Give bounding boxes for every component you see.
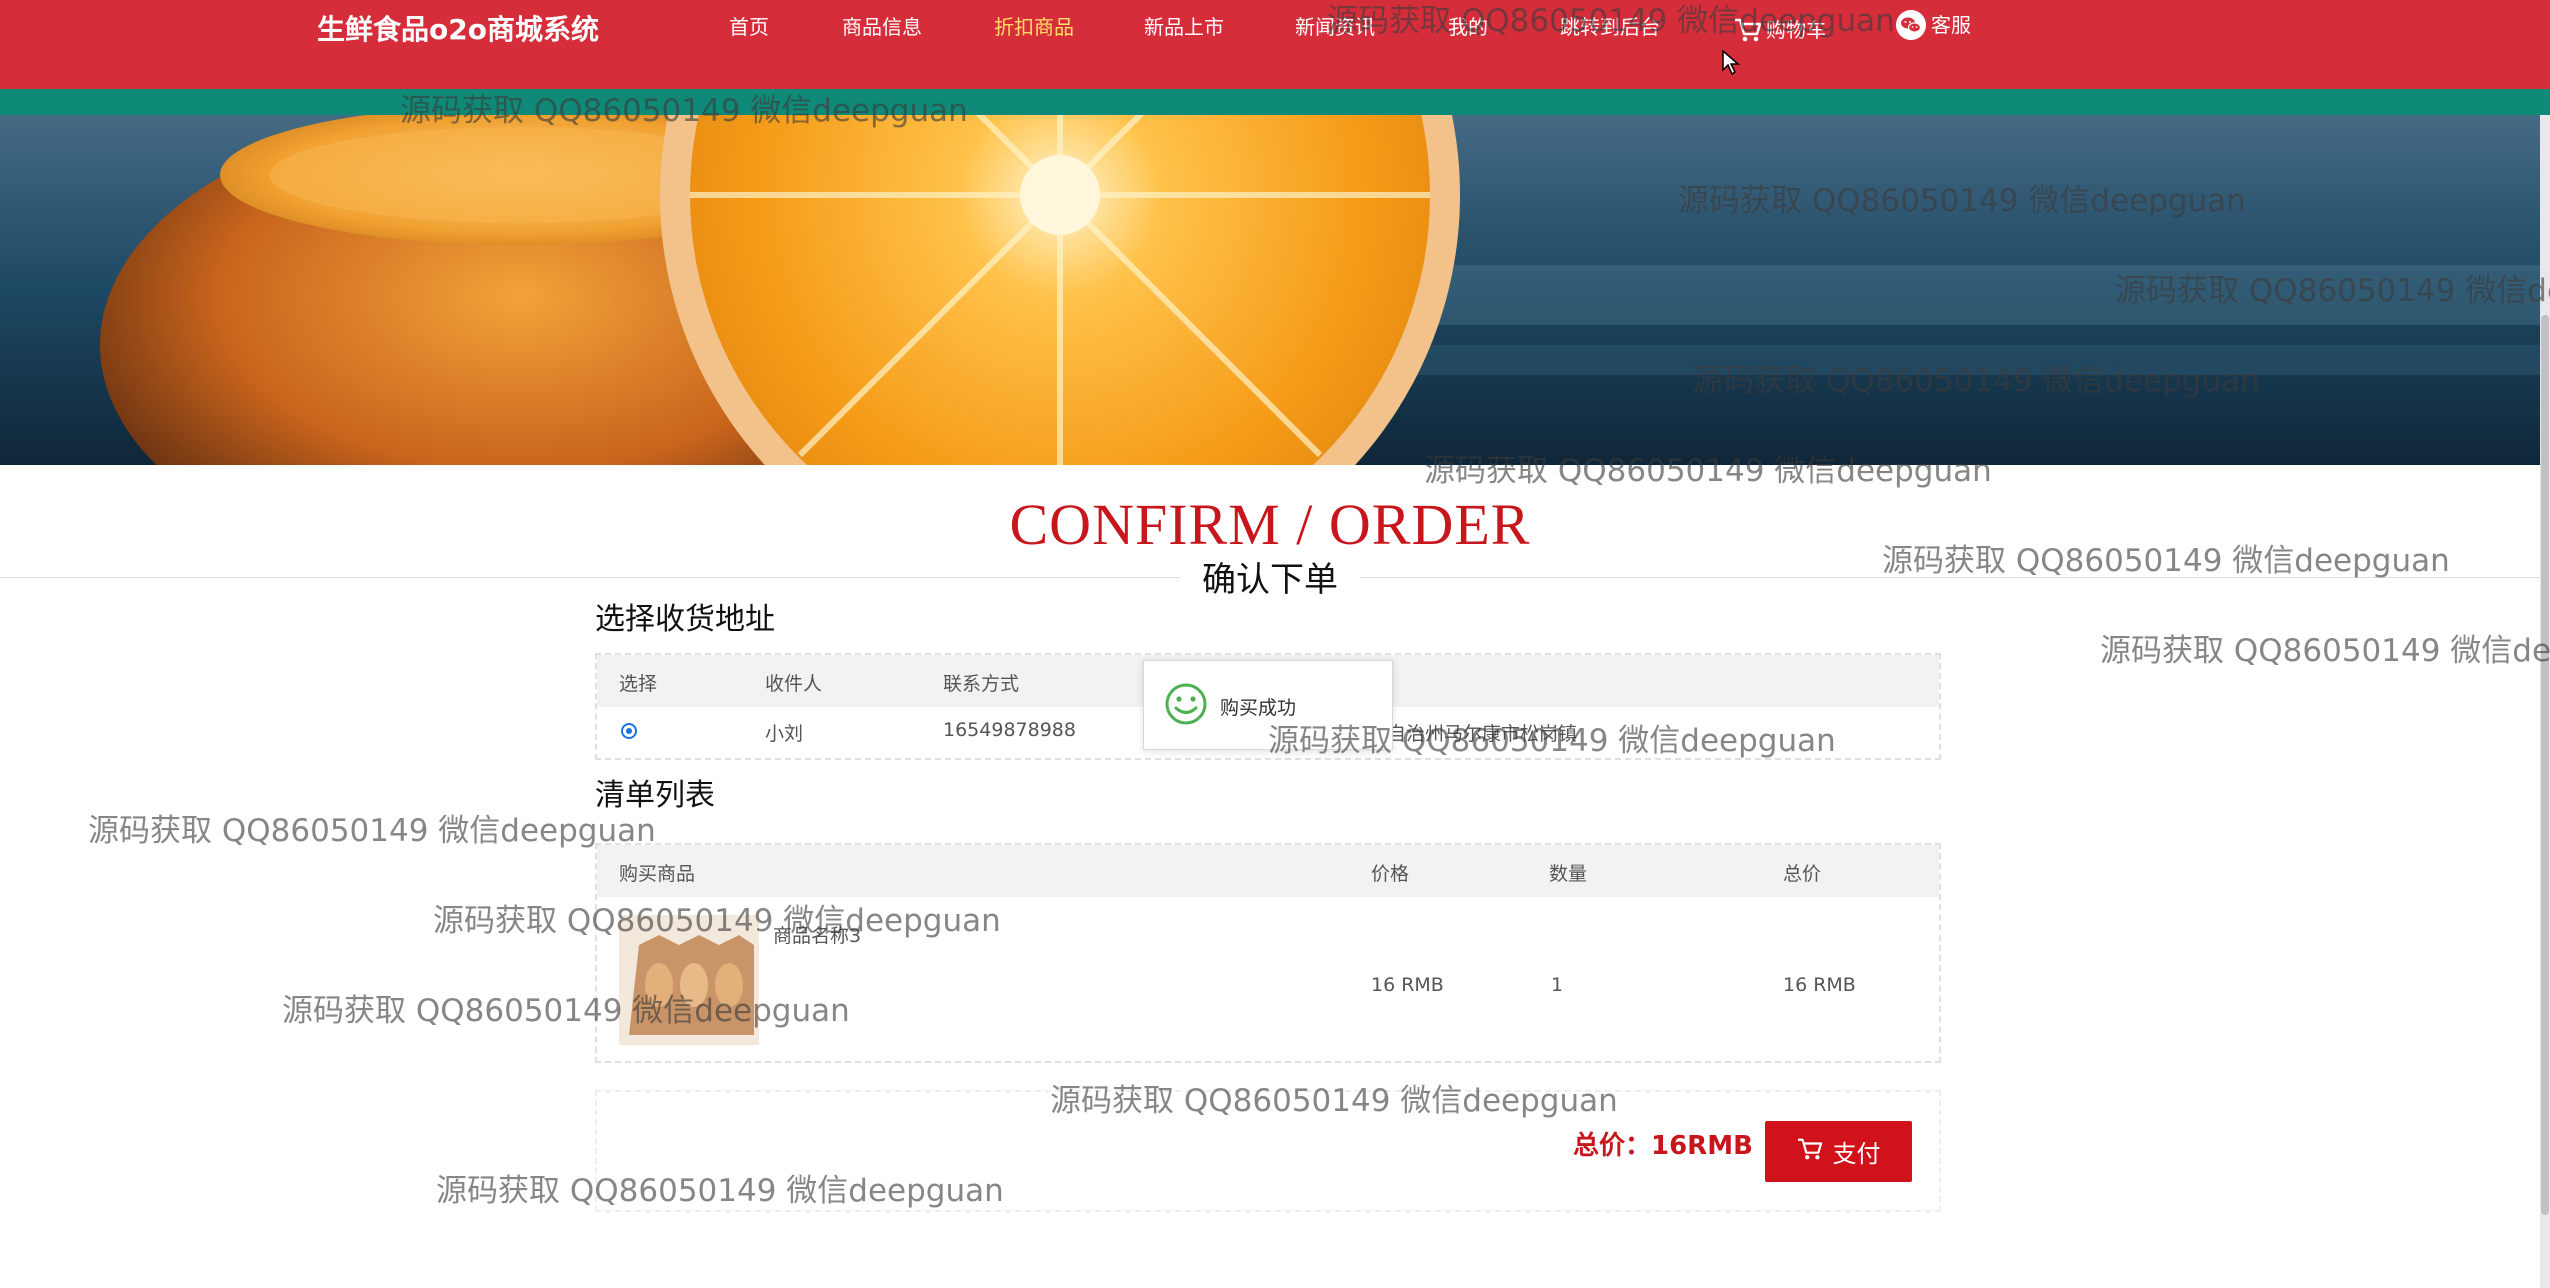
- site-brand[interactable]: 生鲜食品o2o商城系统: [317, 10, 599, 50]
- orange-slices-illustration: [0, 115, 2540, 465]
- header-product: 购买商品: [619, 863, 696, 885]
- wechat-icon: [1895, 9, 1927, 41]
- nav-customer-service[interactable]: 客服: [1895, 10, 1971, 40]
- order-total: 总价：16RMB: [1573, 1131, 1753, 1161]
- watermark-text: 源码获取 QQ86050149 微信deepguan: [88, 813, 656, 849]
- product-price: 16 RMB: [1371, 974, 1444, 996]
- scrollbar-thumb[interactable]: [2541, 315, 2549, 1215]
- order-table-header: [597, 845, 1939, 897]
- nav-accent-strip: [0, 89, 2550, 115]
- address-section-title: 选择收货地址: [595, 602, 775, 637]
- address-recipient: 小刘: [765, 723, 804, 745]
- header-price: 价格: [1371, 863, 1410, 885]
- page-subtitle: 确认下单: [1180, 555, 1360, 605]
- header-quantity: 数量: [1549, 863, 1588, 885]
- order-items-table: 购买商品 价格 数量 总价 商品名称3 16 RMB 1 16 RMB: [595, 843, 1941, 1063]
- header-select: 选择: [619, 673, 658, 695]
- nav-home[interactable]: 首页: [729, 12, 769, 42]
- nav-admin[interactable]: 跳转到后台: [1560, 12, 1660, 42]
- nav-my-account[interactable]: 我的: [1448, 12, 1488, 42]
- mouse-cursor-icon: [1722, 49, 1741, 80]
- smile-icon: [1164, 682, 1208, 730]
- product-total: 16 RMB: [1783, 974, 1856, 996]
- pay-button[interactable]: 支付: [1765, 1121, 1912, 1182]
- nav-discount[interactable]: 折扣商品: [994, 12, 1074, 42]
- nav-products[interactable]: 商品信息: [842, 12, 922, 42]
- address-radio[interactable]: [621, 723, 637, 739]
- success-toast: 购买成功: [1143, 660, 1393, 750]
- product-thumbnail[interactable]: [619, 915, 759, 1045]
- product-name[interactable]: 商品名称3: [773, 921, 861, 948]
- nav-news[interactable]: 新闻资讯: [1295, 12, 1375, 42]
- address-detail: 自治州马尔康市松岗镇: [1387, 723, 1578, 745]
- watermark-text: 源码获取 QQ86050149 微信dee: [2100, 633, 2550, 669]
- list-section-title: 清单列表: [595, 778, 715, 813]
- cart-icon: [1734, 17, 1762, 43]
- hero-banner-image: [0, 115, 2540, 465]
- nav-service-label: 客服: [1931, 13, 1971, 37]
- nav-cart-label: 购物车: [1766, 18, 1826, 42]
- toast-message: 购买成功: [1220, 697, 1297, 719]
- page-scrollbar[interactable]: [2540, 115, 2550, 1288]
- header-total: 总价: [1783, 863, 1822, 885]
- nav-cart[interactable]: 购物车: [1734, 15, 1826, 45]
- header-phone: 联系方式: [943, 673, 1020, 695]
- product-quantity: 1: [1551, 974, 1564, 996]
- address-phone: 16549878988: [943, 719, 1076, 741]
- page-title: CONFIRM / ORDER: [1009, 492, 1531, 557]
- pay-button-label: 支付: [1832, 1140, 1881, 1168]
- cart-icon: [1797, 1137, 1823, 1167]
- nav-new-arrivals[interactable]: 新品上市: [1144, 12, 1224, 42]
- header-recipient: 收件人: [765, 673, 823, 695]
